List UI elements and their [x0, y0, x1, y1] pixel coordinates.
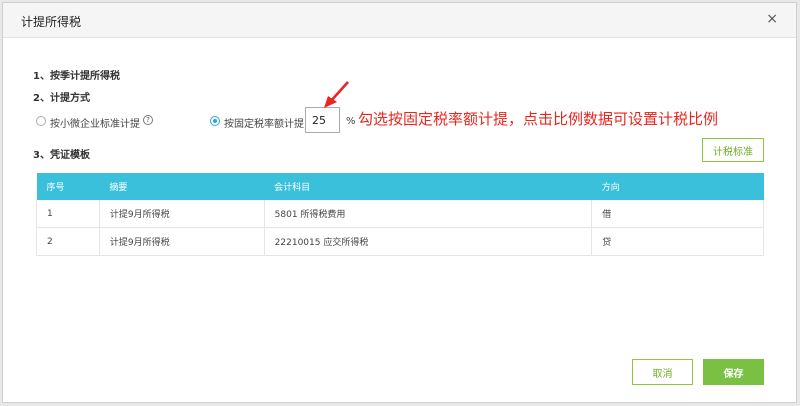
tax-standard-button[interactable]: 计税标准 — [702, 138, 764, 162]
section-voucher-template: 3、凭证模板 — [33, 150, 90, 161]
header-direction: 方向 — [591, 173, 764, 200]
header-index: 序号 — [36, 173, 100, 200]
cell-account: 5801 所得税费用 — [264, 200, 593, 228]
voucher-table: 序号 摘要 会计科目 方向 1 计提9月所得税 5801 所得税费用 借 2 计… — [36, 173, 764, 256]
table-row[interactable]: 2 计提9月所得税 22210015 应交所得税 贷 — [36, 227, 764, 256]
radio-fixed-rate-label[interactable]: 按固定税率额计提 — [224, 115, 304, 130]
cell-direction: 借 — [591, 200, 764, 228]
close-icon[interactable]: × — [766, 12, 778, 26]
cell-account: 22210015 应交所得税 — [264, 227, 593, 256]
dialog-titlebar: 计提所得税 × — [3, 3, 796, 38]
radio-small-enterprise[interactable] — [36, 116, 46, 126]
cell-index: 1 — [36, 200, 100, 228]
section-method: 2、计提方式 — [33, 93, 90, 104]
cell-summary: 计提9月所得税 — [99, 200, 265, 228]
table-header-row: 序号 摘要 会计科目 方向 — [36, 173, 764, 200]
cell-direction: 贷 — [591, 227, 764, 256]
radio-small-enterprise-label[interactable]: 按小微企业标准计提 — [50, 115, 140, 130]
save-button[interactable]: 保存 — [703, 359, 764, 385]
radio-fixed-rate[interactable] — [210, 116, 220, 126]
annotation-text: 勾选按固定税率额计提，点击比例数据可设置计税比例 — [358, 110, 719, 128]
cancel-button[interactable]: 取消 — [632, 359, 693, 385]
rate-unit: % — [346, 116, 356, 127]
help-icon[interactable]: ? — [143, 115, 153, 125]
header-summary: 摘要 — [99, 173, 265, 200]
cell-index: 2 — [36, 227, 100, 256]
dialog-title: 计提所得税 — [21, 15, 82, 29]
section-quarterly: 1、按季计提所得税 — [33, 71, 120, 82]
tax-rate-input[interactable] — [305, 107, 340, 133]
red-arrow-annotation — [324, 81, 349, 108]
table-row[interactable]: 1 计提9月所得税 5801 所得税费用 借 — [36, 200, 764, 228]
cell-summary: 计提9月所得税 — [99, 227, 265, 256]
header-account: 会计科目 — [264, 173, 592, 200]
